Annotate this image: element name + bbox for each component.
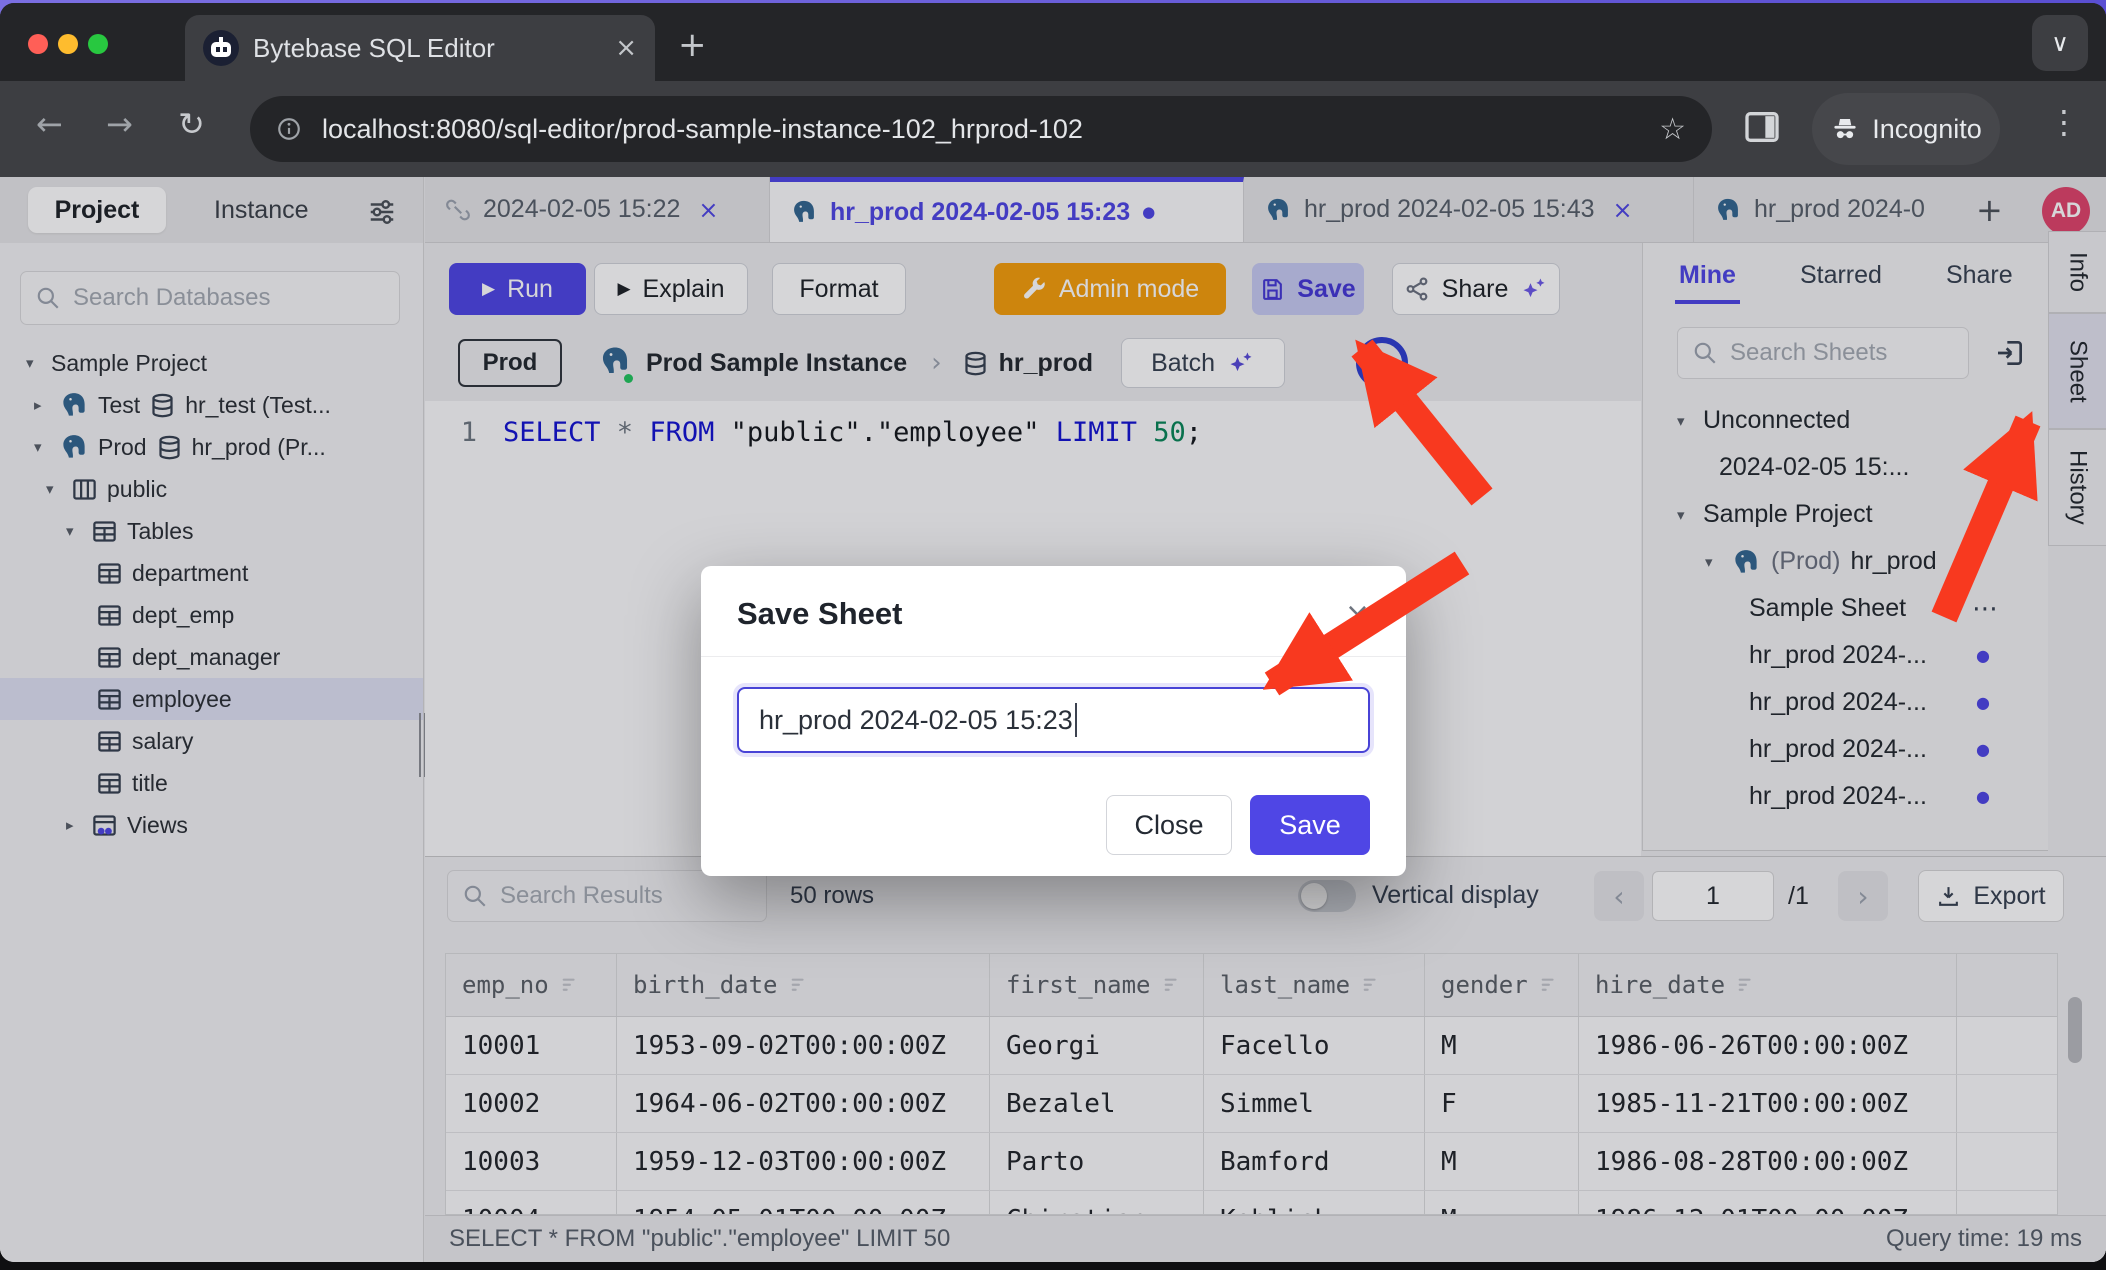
new-tab-icon[interactable]: +	[678, 25, 707, 65]
side-panel-icon[interactable]	[1742, 107, 1782, 147]
tab-close-icon[interactable]: ×	[615, 33, 637, 63]
bytebase-favicon	[203, 30, 239, 66]
dialog-title: Save Sheet	[737, 596, 1345, 632]
site-info-icon[interactable]	[276, 116, 302, 142]
incognito-icon	[1830, 114, 1860, 144]
forward-icon[interactable]: →	[106, 105, 133, 143]
traffic-light-zoom[interactable]	[88, 34, 108, 54]
incognito-badge: Incognito	[1812, 93, 2000, 165]
address-bar[interactable]: localhost:8080/sql-editor/prod-sample-in…	[250, 96, 1712, 162]
sheet-name-value: hr_prod 2024-02-05 15:23	[759, 705, 1073, 736]
tab-search-button[interactable]: ∨	[2032, 15, 2088, 71]
dialog-close-button[interactable]: Close	[1106, 795, 1232, 855]
browser-toolbar: ← → ↻ localhost:8080/sql-editor/prod-sam…	[0, 81, 2106, 177]
dialog-close-icon[interactable]: ×	[1345, 597, 1370, 632]
sheet-name-input[interactable]: hr_prod 2024-02-05 15:23	[737, 687, 1370, 753]
dialog-save-button[interactable]: Save	[1250, 795, 1370, 855]
bookmark-star-icon[interactable]: ☆	[1659, 112, 1686, 147]
traffic-light-minimize[interactable]	[58, 34, 78, 54]
browser-tab[interactable]: Bytebase SQL Editor ×	[185, 15, 655, 81]
browser-window: Bytebase SQL Editor × + ∨ ← → ↻ localhos…	[0, 3, 2106, 1262]
back-icon[interactable]: ←	[36, 105, 63, 143]
browser-titlebar: Bytebase SQL Editor × + ∨	[0, 3, 2106, 81]
reload-icon[interactable]: ↻	[178, 105, 205, 143]
url-text: localhost:8080/sql-editor/prod-sample-in…	[322, 114, 1639, 145]
browser-menu-icon[interactable]: ⋮	[2048, 103, 2080, 141]
traffic-light-close[interactable]	[28, 34, 48, 54]
save-sheet-dialog: Save Sheet × hr_prod 2024-02-05 15:23 Cl…	[701, 566, 1406, 876]
browser-tab-title: Bytebase SQL Editor	[253, 33, 601, 64]
incognito-label: Incognito	[1872, 114, 1982, 145]
text-cursor	[1075, 703, 1077, 737]
